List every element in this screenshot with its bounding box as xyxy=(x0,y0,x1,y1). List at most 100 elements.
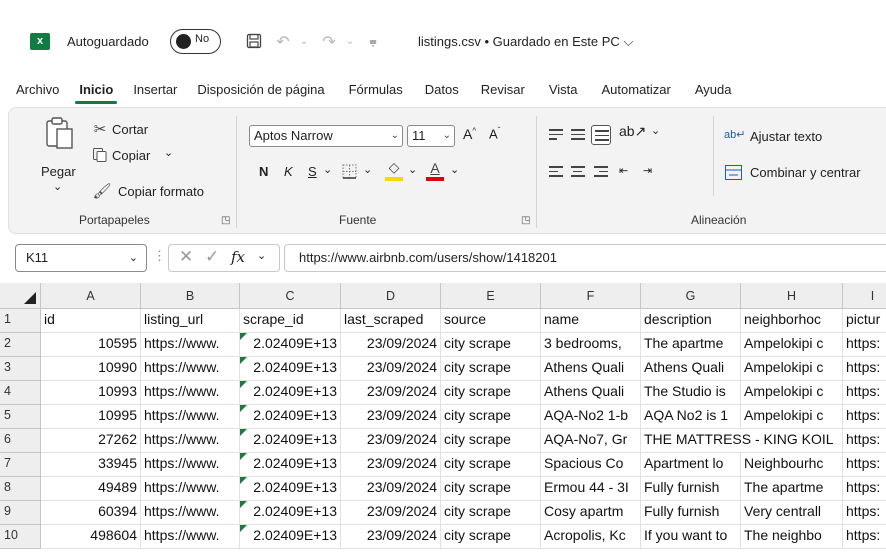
tab-revisar[interactable]: Revisar xyxy=(469,72,537,107)
tab-archivo[interactable]: Archivo xyxy=(0,72,67,107)
insert-function-button[interactable]: fx xyxy=(231,248,245,266)
cell-d3[interactable]: 23/09/2024 xyxy=(341,357,441,381)
orientation-icon[interactable]: ab↗ xyxy=(619,123,646,140)
cell-e8[interactable]: city scrape xyxy=(441,477,541,501)
cell-c6[interactable]: 2.02409E+13 xyxy=(240,429,341,453)
cell-f5[interactable]: AQA-No2 1-b xyxy=(541,405,641,429)
decrease-font-size-icon[interactable]: Aˇ xyxy=(489,126,500,141)
formula-input[interactable]: https://www.airbnb.com/users/show/141820… xyxy=(284,244,886,272)
cell-h5[interactable]: Ampelokipi c xyxy=(741,405,843,429)
paste-dropdown-icon[interactable]: ⌄ xyxy=(53,180,62,193)
underline-dropdown-icon[interactable]: ⌄ xyxy=(323,163,332,176)
cell-d5[interactable]: 23/09/2024 xyxy=(341,405,441,429)
cell-e1[interactable]: source xyxy=(441,309,541,333)
cell-h4[interactable]: Ampelokipi c xyxy=(741,381,843,405)
more-options-icon[interactable]: ⋮ xyxy=(153,248,166,264)
select-all-button[interactable] xyxy=(0,283,41,309)
cell-b9[interactable]: https://www. xyxy=(141,501,240,525)
cell-i9[interactable]: https: xyxy=(843,501,886,525)
borders-icon[interactable] xyxy=(340,162,358,180)
tab-ayuda[interactable]: Ayuda xyxy=(683,72,744,107)
customize-qat-icon[interactable]: ⩦ xyxy=(362,30,384,52)
cell-d8[interactable]: 23/09/2024 xyxy=(341,477,441,501)
tab-disposicion-de-pagina[interactable]: Disposición de página xyxy=(185,72,336,107)
cell-c9[interactable]: 2.02409E+13 xyxy=(240,501,341,525)
cell-a10[interactable]: 498604 xyxy=(41,525,141,549)
cell-f8[interactable]: Ermou 44 - 3I xyxy=(541,477,641,501)
cell-g7[interactable]: Apartment lo xyxy=(641,453,741,477)
enter-icon[interactable]: ✓ xyxy=(205,247,219,267)
cell-a4[interactable]: 10993 xyxy=(41,381,141,405)
font-launcher-icon[interactable]: ◳ xyxy=(521,215,530,226)
tab-datos[interactable]: Datos xyxy=(415,72,469,107)
cell-f7[interactable]: Spacious Co xyxy=(541,453,641,477)
redo-dropdown-icon[interactable]: ⌄ xyxy=(339,30,361,52)
cell-i4[interactable]: https: xyxy=(843,381,886,405)
italic-button[interactable]: K xyxy=(284,164,293,179)
cut-button[interactable]: Cortar xyxy=(112,122,148,137)
row-header-10[interactable]: 10 xyxy=(0,525,41,549)
autosave-toggle[interactable]: No xyxy=(170,29,221,54)
paste-icon[interactable] xyxy=(43,116,75,150)
font-color-icon[interactable]: A xyxy=(425,160,445,182)
cell-a8[interactable]: 49489 xyxy=(41,477,141,501)
cell-e5[interactable]: city scrape xyxy=(441,405,541,429)
cell-e2[interactable]: city scrape xyxy=(441,333,541,357)
align-right-icon[interactable] xyxy=(591,162,611,182)
cell-g2[interactable]: The apartme xyxy=(641,333,741,357)
column-header-a[interactable]: A xyxy=(41,283,141,309)
cell-g5[interactable]: AQA No2 is 1 xyxy=(641,405,741,429)
cell-g10[interactable]: If you want to xyxy=(641,525,741,549)
cell-i2[interactable]: https: xyxy=(843,333,886,357)
tab-automatizar[interactable]: Automatizar xyxy=(590,72,683,107)
cell-c7[interactable]: 2.02409E+13 xyxy=(240,453,341,477)
cell-c10[interactable]: 2.02409E+13 xyxy=(240,525,341,549)
cell-i7[interactable]: https: xyxy=(843,453,886,477)
format-painter-icon[interactable]: 🖌 xyxy=(92,182,111,200)
decrease-indent-icon[interactable]: ⇤ xyxy=(619,162,639,182)
cell-e7[interactable]: city scrape xyxy=(441,453,541,477)
copy-icon[interactable] xyxy=(91,146,109,164)
copy-button[interactable]: Copiar xyxy=(112,148,150,163)
undo-dropdown-icon[interactable]: ⌄ xyxy=(293,30,315,52)
font-name-select[interactable]: Aptos Narrow ⌄ xyxy=(249,125,403,147)
fill-color-icon[interactable]: ◇ xyxy=(384,160,404,182)
cell-a5[interactable]: 10995 xyxy=(41,405,141,429)
cell-e10[interactable]: city scrape xyxy=(441,525,541,549)
cell-h10[interactable]: The neighbo xyxy=(741,525,843,549)
cell-d7[interactable]: 23/09/2024 xyxy=(341,453,441,477)
cell-a1[interactable]: id xyxy=(41,309,141,333)
cell-b2[interactable]: https://www. xyxy=(141,333,240,357)
cell-i3[interactable]: https: xyxy=(843,357,886,381)
cell-c8[interactable]: 2.02409E+13 xyxy=(240,477,341,501)
save-icon[interactable] xyxy=(243,30,265,52)
cell-g1[interactable]: description xyxy=(641,309,741,333)
column-header-c[interactable]: C xyxy=(240,283,341,309)
cell-b6[interactable]: https://www. xyxy=(141,429,240,453)
wrap-text-icon[interactable]: ab↵ xyxy=(724,128,745,141)
redo-icon[interactable]: ↷ xyxy=(318,30,340,52)
row-header-3[interactable]: 3 xyxy=(0,357,41,381)
document-title[interactable]: listings.csv • Guardado en Este PC ⌵ xyxy=(418,34,633,50)
cell-d2[interactable]: 23/09/2024 xyxy=(341,333,441,357)
tab-inicio[interactable]: Inicio xyxy=(67,72,125,107)
orientation-dropdown-icon[interactable]: ⌄ xyxy=(651,124,660,137)
cell-a3[interactable]: 10990 xyxy=(41,357,141,381)
column-header-b[interactable]: B xyxy=(141,283,240,309)
column-header-f[interactable]: F xyxy=(541,283,641,309)
merge-center-icon[interactable] xyxy=(724,164,742,180)
cell-a9[interactable]: 60394 xyxy=(41,501,141,525)
cell-b4[interactable]: https://www. xyxy=(141,381,240,405)
chevron-down-icon[interactable]: ⌄ xyxy=(257,249,266,262)
bold-button[interactable]: N xyxy=(259,164,268,179)
format-painter-button[interactable]: Copiar formato xyxy=(118,184,204,199)
cell-e4[interactable]: city scrape xyxy=(441,381,541,405)
cell-h9[interactable]: Very centrall xyxy=(741,501,843,525)
cell-d6[interactable]: 23/09/2024 xyxy=(341,429,441,453)
scissors-icon[interactable]: ✂ xyxy=(91,120,109,138)
cell-c5[interactable]: 2.02409E+13 xyxy=(240,405,341,429)
cell-g3[interactable]: Athens Quali xyxy=(641,357,741,381)
cell-h2[interactable]: Ampelokipi c xyxy=(741,333,843,357)
cell-d10[interactable]: 23/09/2024 xyxy=(341,525,441,549)
cell-b1[interactable]: listing_url xyxy=(141,309,240,333)
